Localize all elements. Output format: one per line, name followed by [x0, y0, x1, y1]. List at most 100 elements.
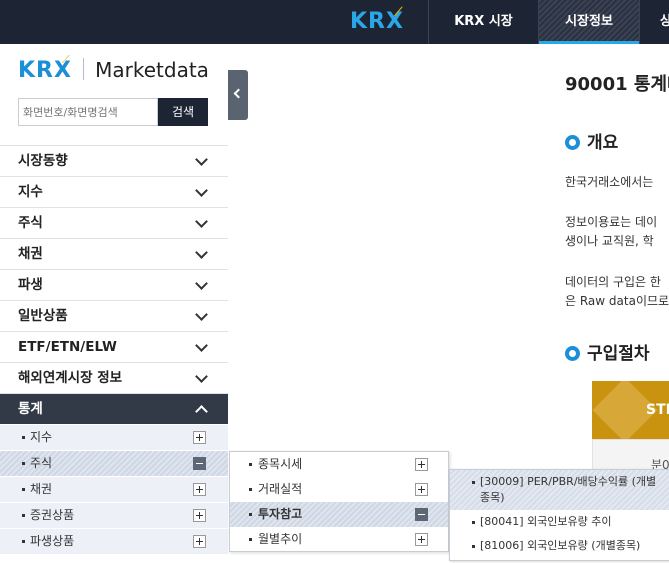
overview-paragraph-1: 한국거래소에서는: [565, 175, 654, 189]
brand-divider: [83, 58, 85, 80]
sidebar-subitem-label: 파생상품: [30, 534, 75, 548]
overview-paragraph-3-line-1: 데이터의 구입은 한: [565, 275, 661, 289]
flyout-stock-menu: 종목시세 거래실적 투자참고 월별추이: [229, 451, 449, 552]
sidebar-subitem-stock[interactable]: 주식: [0, 450, 228, 476]
section-procedure: 구입절차: [565, 339, 650, 364]
brand-name: Marketdata: [95, 58, 209, 82]
sidebar-item-label: 일반상품: [18, 308, 68, 324]
expand-plus-icon[interactable]: [193, 535, 206, 548]
nav-krx-market[interactable]: KRX 시장: [428, 0, 538, 44]
overview-paragraph-2-line-1: 정보이용료는 데이: [565, 215, 658, 229]
sidebar-item-label: 주식: [18, 215, 43, 231]
flyout-item-label: 투자참고: [258, 507, 303, 521]
expand-plus-icon[interactable]: [193, 431, 206, 444]
section-bullet-icon: [565, 135, 580, 150]
flyout-link-label: [80041] 외국인보유량 추이: [480, 515, 612, 528]
bullet-icon: [22, 540, 25, 543]
sidebar-subitem-derivative-products[interactable]: 파생상품: [0, 528, 228, 554]
sidebar-subitem-securities-products[interactable]: 증권상품: [0, 502, 228, 528]
chevron-down-icon: [195, 153, 208, 166]
flyout-link-label: [81006] 외국인보유량 (개별종목): [480, 539, 641, 552]
sidebar-collapse-button[interactable]: [228, 70, 248, 120]
sidebar-item-etf-etn-elw[interactable]: ETF/ETN/ELW: [0, 331, 228, 362]
marketdata-logo[interactable]: KRX ⟋ Marketdata: [18, 53, 209, 88]
chevron-down-icon: [195, 308, 208, 321]
bullet-icon: [22, 436, 25, 439]
sidebar-menu: 시장동향 지수 주식 채권 파생 일반상품 ETF/ETN/ELW 해외연계시장…: [0, 145, 228, 554]
chevron-down-icon: [195, 246, 208, 259]
krx-logo[interactable]: KRX ⟋: [350, 5, 404, 34]
sidebar-item-label: 지수: [18, 184, 43, 200]
bullet-icon: [249, 513, 252, 516]
flyout-item-monthly-trend[interactable]: 월별추이: [230, 527, 448, 552]
flyout-investment-reference-menu: [30009] PER/PBR/배당수익률 (개별 종목) [80041] 외국…: [449, 469, 669, 561]
logo-swoosh-icon: ⟋: [394, 5, 404, 19]
expand-plus-icon[interactable]: [415, 458, 428, 471]
bullet-icon: [249, 463, 252, 466]
sidebar-item-overseas-linked[interactable]: 해외연계시장 정보: [0, 362, 228, 393]
flyout-item-trading[interactable]: 거래실적: [230, 477, 448, 502]
section-title-text: 구입절차: [587, 344, 650, 364]
sidebar-item-index[interactable]: 지수: [0, 176, 228, 207]
bullet-icon: [22, 488, 25, 491]
chevron-up-icon: [195, 405, 208, 418]
sidebar-subitem-label: 지수: [30, 430, 53, 444]
section-overview: 개요: [565, 128, 618, 153]
sidebar-item-bond[interactable]: 채권: [0, 238, 228, 269]
collapse-minus-icon[interactable]: [193, 457, 206, 470]
flyout-link-label: [30009] PER/PBR/배당수익률 (개별 종목): [480, 475, 657, 504]
flyout-link-81006[interactable]: [81006] 외국인보유량 (개별종목): [450, 534, 669, 558]
sidebar-item-commodities[interactable]: 일반상품: [0, 300, 228, 331]
sidebar-subitem-index[interactable]: 지수: [0, 424, 228, 450]
chevron-down-icon: [195, 339, 208, 352]
chevron-down-icon: [195, 215, 208, 228]
bullet-icon: [22, 514, 25, 517]
bullet-icon: [472, 545, 475, 548]
nav-next[interactable]: 상: [639, 0, 669, 44]
sidebar-subitem-bond[interactable]: 채권: [0, 476, 228, 502]
bullet-icon: [249, 538, 252, 541]
step-banner: STE: [592, 381, 669, 439]
chevron-down-icon: [195, 370, 208, 383]
brand-swoosh-icon: ⟋: [62, 53, 70, 66]
screen-search-input[interactable]: [18, 98, 158, 126]
flyout-link-30009[interactable]: [30009] PER/PBR/배당수익률 (개별 종목): [450, 470, 669, 510]
sidebar-subitem-label: 주식: [30, 456, 53, 470]
flyout-item-label: 종목시세: [258, 457, 303, 471]
sidebar-item-stock[interactable]: 주식: [0, 207, 228, 238]
sidebar-item-label: 파생: [18, 277, 43, 293]
overview-paragraph-2-line-2: 생이나 교직원, 학: [565, 234, 654, 248]
page: KRX ⟋ KRX 시장 시장정보 상 KRX ⟋ Marketdata 검색 …: [0, 0, 669, 563]
collapse-minus-icon[interactable]: [415, 508, 428, 521]
expand-plus-icon[interactable]: [193, 509, 206, 522]
sidebar: KRX ⟋ Marketdata 검색 시장동향 지수 주식 채권: [0, 44, 228, 563]
expand-plus-icon[interactable]: [415, 533, 428, 546]
section-title-text: 개요: [587, 133, 619, 153]
sidebar-item-market-trends[interactable]: 시장동향: [0, 145, 228, 176]
bullet-icon: [472, 521, 475, 524]
page-title: 90001 통계데: [565, 74, 669, 95]
sidebar-item-label: 통계: [18, 401, 43, 417]
bullet-icon: [22, 462, 25, 465]
nav-market-info[interactable]: 시장정보: [538, 0, 639, 44]
flyout-item-investment-reference[interactable]: 투자참고: [230, 502, 448, 527]
overview-paragraph-3-line-2: 은 Raw data이므로: [565, 294, 669, 308]
chevron-down-icon: [195, 277, 208, 290]
bullet-icon: [472, 481, 475, 484]
sidebar-item-derivatives[interactable]: 파생: [0, 269, 228, 300]
flyout-link-80041[interactable]: [80041] 외국인보유량 추이: [450, 510, 669, 534]
search-button[interactable]: 검색: [158, 98, 208, 126]
top-nav-bar: KRX ⟋ KRX 시장 시장정보 상: [0, 0, 669, 44]
chevron-left-icon: [233, 88, 244, 99]
expand-plus-icon[interactable]: [193, 483, 206, 496]
flyout-item-label: 월별추이: [258, 532, 303, 546]
sidebar-item-label: 시장동향: [18, 153, 68, 169]
expand-plus-icon[interactable]: [415, 483, 428, 496]
flyout-item-price[interactable]: 종목시세: [230, 452, 448, 477]
section-bullet-icon: [565, 346, 580, 361]
chevron-down-icon: [195, 184, 208, 197]
sidebar-item-statistics[interactable]: 통계: [0, 393, 228, 424]
sidebar-item-label: ETF/ETN/ELW: [18, 339, 117, 355]
sidebar-item-label: 채권: [18, 246, 43, 262]
sidebar-item-label: 해외연계시장 정보: [18, 370, 123, 386]
